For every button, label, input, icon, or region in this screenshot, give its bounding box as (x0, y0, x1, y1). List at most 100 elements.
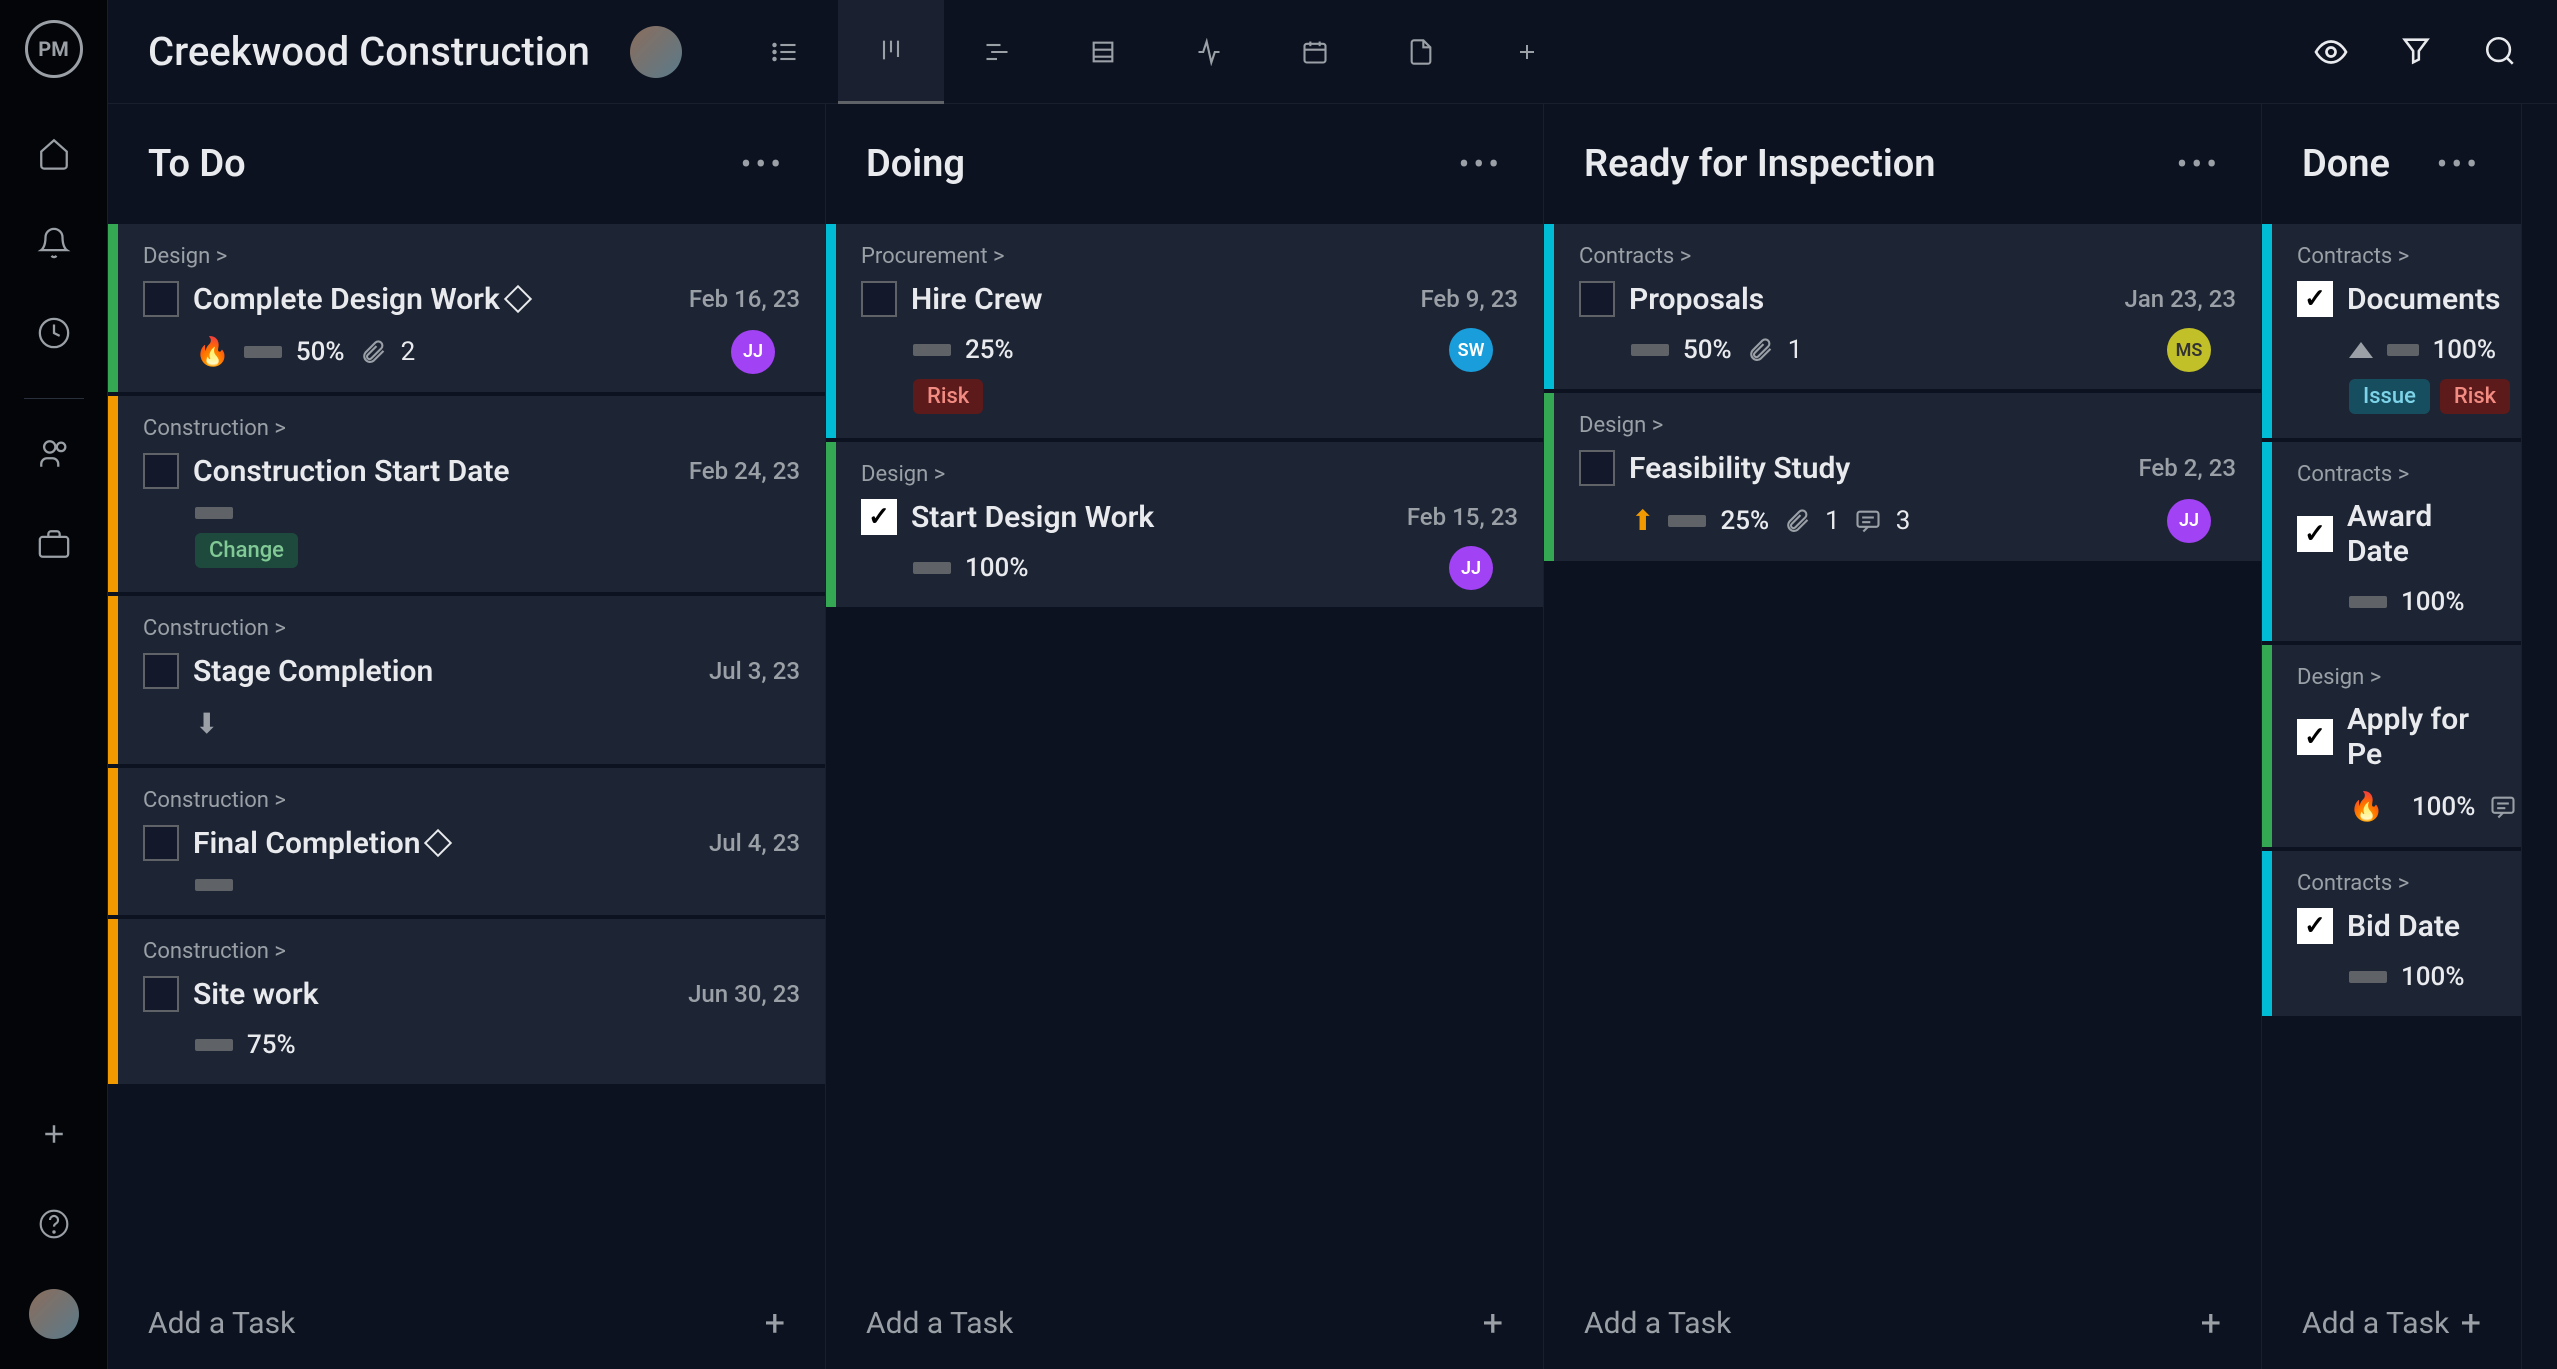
card-breadcrumb: Design > (1579, 413, 2236, 438)
topbar-actions (2313, 34, 2517, 70)
task-checkbox[interactable] (2297, 719, 2333, 755)
task-card[interactable]: Contracts > Documents 100%IssueRisk (2262, 224, 2521, 438)
task-card[interactable]: Construction > Construction Start Date F… (108, 396, 825, 592)
add-task-label: Add a Task (866, 1306, 1013, 1341)
task-progress: 100% (2412, 792, 2475, 822)
sheet-view-icon[interactable] (1050, 0, 1156, 104)
add-task-button[interactable]: Add a Task + (2262, 1277, 2521, 1369)
plus-icon: + (765, 1302, 785, 1344)
board-view-icon[interactable] (838, 0, 944, 104)
task-title: Documents (2347, 282, 2500, 317)
task-checkbox[interactable] (1579, 281, 1615, 317)
assignee-avatar[interactable]: JJ (2167, 499, 2211, 543)
user-avatar[interactable] (29, 1289, 79, 1339)
task-card[interactable]: Contracts > Bid Date 100% (2262, 851, 2521, 1016)
add-task-button[interactable]: Add a Task+ (826, 1277, 1543, 1369)
filter-icon[interactable] (2399, 34, 2433, 70)
task-card[interactable]: Design > Feasibility Study Feb 2, 23 ⬆25… (1544, 393, 2261, 561)
task-date: Feb 2, 23 (2138, 454, 2236, 482)
gantt-view-icon[interactable] (944, 0, 1050, 104)
sidebar: PM (0, 0, 108, 1369)
card-breadcrumb: Design > (143, 244, 800, 269)
task-title: Final Completion (193, 826, 695, 861)
board-column: Ready for Inspection •••Contracts > Prop… (1544, 104, 2262, 1369)
eye-icon[interactable] (2313, 34, 2349, 70)
task-checkbox[interactable] (143, 453, 179, 489)
column-menu-icon[interactable]: ••• (2437, 145, 2481, 183)
tag-risk: Risk (913, 379, 983, 414)
project-avatar[interactable] (630, 26, 682, 78)
assignee-avatar[interactable]: SW (1449, 328, 1493, 372)
task-card[interactable]: Contracts > Award Date 100% (2262, 442, 2521, 641)
attachment-icon (1746, 336, 1774, 364)
card-list: Contracts > Proposals Jan 23, 23 50%1MSD… (1544, 224, 2261, 1277)
task-checkbox[interactable] (143, 825, 179, 861)
assignee-avatar[interactable]: MS (2167, 328, 2211, 372)
briefcase-icon[interactable] (29, 519, 79, 569)
task-checkbox[interactable] (2297, 281, 2333, 317)
column-header: Ready for Inspection ••• (1544, 104, 2261, 224)
task-progress: 100% (2401, 962, 2464, 992)
priority-fire-icon: 🔥 (2349, 790, 2384, 823)
assignee-avatar[interactable]: JJ (731, 330, 775, 374)
task-title: Proposals (1629, 282, 2111, 317)
milestone-icon (424, 828, 452, 856)
task-card[interactable]: Design > Apply for Pe 🔥100% (2262, 645, 2521, 847)
plus-icon: + (2461, 1302, 2481, 1344)
list-view-icon[interactable] (732, 0, 838, 104)
clock-icon[interactable] (29, 308, 79, 358)
task-checkbox[interactable] (1579, 450, 1615, 486)
column-title: Done (2302, 142, 2390, 186)
help-icon[interactable] (29, 1199, 79, 1249)
task-date: Jun 30, 23 (688, 980, 800, 1008)
add-icon[interactable] (29, 1109, 79, 1159)
task-title: Start Design Work (911, 500, 1393, 535)
people-icon[interactable] (29, 429, 79, 479)
sidebar-divider (24, 398, 84, 399)
home-icon[interactable] (29, 128, 79, 178)
column-menu-icon[interactable]: ••• (741, 145, 785, 183)
task-card[interactable]: Design > Start Design Work Feb 15, 23 10… (826, 442, 1543, 607)
attachment-count: 2 (401, 337, 416, 367)
file-view-icon[interactable] (1368, 0, 1474, 104)
priority-up-icon (2349, 342, 2373, 358)
card-breadcrumb: Construction > (143, 788, 800, 813)
app-logo[interactable]: PM (25, 20, 83, 78)
task-card[interactable]: Construction > Final Completion Jul 4, 2… (108, 768, 825, 915)
tag-issue: Issue (2349, 379, 2430, 414)
task-card[interactable]: Procurement > Hire Crew Feb 9, 23 25%SWR… (826, 224, 1543, 438)
task-checkbox[interactable] (143, 653, 179, 689)
task-card[interactable]: Construction > Site work Jun 30, 23 75% (108, 919, 825, 1084)
task-checkbox[interactable] (2297, 516, 2333, 552)
bell-icon[interactable] (29, 218, 79, 268)
column-menu-icon[interactable]: ••• (2177, 145, 2221, 183)
add-task-button[interactable]: Add a Task+ (108, 1277, 825, 1369)
add-task-button[interactable]: Add a Task+ (1544, 1277, 2261, 1369)
task-date: Jul 4, 23 (709, 829, 800, 857)
search-icon[interactable] (2483, 34, 2517, 70)
card-breadcrumb: Design > (861, 462, 1518, 487)
progress-bar (195, 507, 233, 519)
task-date: Jan 23, 23 (2125, 285, 2237, 313)
activity-view-icon[interactable] (1156, 0, 1262, 104)
add-view-icon[interactable] (1474, 0, 1580, 104)
task-checkbox[interactable] (861, 281, 897, 317)
task-title: Construction Start Date (193, 454, 675, 489)
task-checkbox[interactable] (2297, 908, 2333, 944)
task-checkbox[interactable] (861, 499, 897, 535)
main-area: Creekwood Construction (108, 0, 2557, 1369)
task-checkbox[interactable] (143, 281, 179, 317)
task-card[interactable]: Design > Complete Design Work Feb 16, 23… (108, 224, 825, 392)
task-card[interactable]: Contracts > Proposals Jan 23, 23 50%1MS (1544, 224, 2261, 389)
assignee-avatar[interactable]: JJ (1449, 546, 1493, 590)
task-checkbox[interactable] (143, 976, 179, 1012)
board-column: Doing •••Procurement > Hire Crew Feb 9, … (826, 104, 1544, 1369)
add-task-label: Add a Task (2302, 1306, 2449, 1341)
attachment-count: 1 (1788, 335, 1803, 365)
task-progress: 50% (1683, 335, 1732, 365)
plus-icon: + (2201, 1302, 2221, 1344)
column-header: Doing ••• (826, 104, 1543, 224)
column-menu-icon[interactable]: ••• (1459, 145, 1503, 183)
task-card[interactable]: Construction > Stage Completion Jul 3, 2… (108, 596, 825, 764)
calendar-view-icon[interactable] (1262, 0, 1368, 104)
